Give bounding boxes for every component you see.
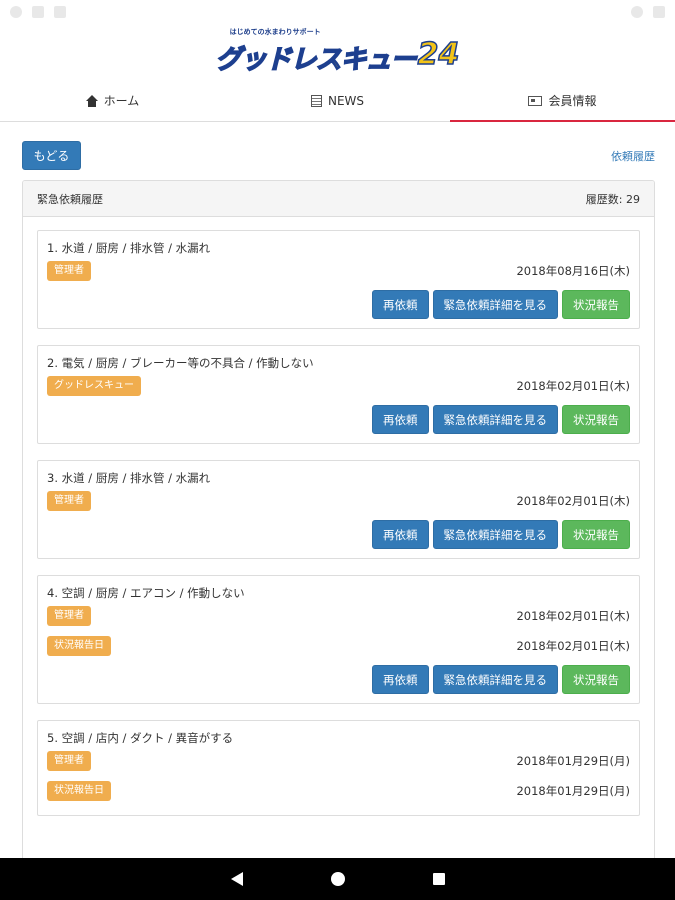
tab-label: ホーム bbox=[103, 94, 140, 108]
list-item: 3. 水道 / 厨房 / 排水管 / 水漏れ 管理者 2018年02月01日(木… bbox=[37, 460, 640, 559]
list-item: 2. 電気 / 厨房 / ブレーカー等の不具合 / 作動しない グッドレスキュー… bbox=[37, 345, 640, 444]
item-date: 2018年02月01日(木) bbox=[516, 639, 630, 653]
details-button[interactable]: 緊急依頼詳細を見る bbox=[432, 405, 558, 434]
item-actions: 再依頼 緊急依頼詳細を見る 状況報告 bbox=[47, 665, 630, 694]
wifi-icon bbox=[631, 6, 643, 18]
brand-logo: はじめての水まわりサポート グッドレスキュー 24 bbox=[215, 27, 460, 76]
battery-icon bbox=[653, 6, 665, 18]
panel-body: 1. 水道 / 厨房 / 排水管 / 水漏れ 管理者 2018年08月16日(木… bbox=[23, 217, 654, 816]
history-count: 履歴数: 29 bbox=[585, 192, 640, 206]
item-title: 2. 電気 / 厨房 / ブレーカー等の不具合 / 作動しない bbox=[47, 356, 314, 370]
list-item: 1. 水道 / 厨房 / 排水管 / 水漏れ 管理者 2018年08月16日(木… bbox=[37, 230, 640, 329]
details-button[interactable]: 緊急依頼詳細を見る bbox=[432, 520, 558, 549]
rerequest-button[interactable]: 再依頼 bbox=[372, 405, 429, 434]
tab-label: 会員情報 bbox=[548, 94, 597, 108]
item-row: 管理者 2018年01月29日(月) bbox=[47, 746, 630, 776]
item-row: グッドレスキュー 2018年02月01日(木) bbox=[47, 371, 630, 401]
status-report-button[interactable]: 状況報告 bbox=[562, 405, 630, 434]
status-badge: 状況報告日 bbox=[47, 781, 111, 801]
status-bar bbox=[0, 0, 675, 24]
notification-icon bbox=[32, 6, 44, 18]
news-icon bbox=[310, 94, 322, 107]
logo-tagline: はじめての水まわりサポート bbox=[229, 27, 321, 36]
status-badge: グッドレスキュー bbox=[47, 376, 141, 396]
list-item: 4. 空調 / 厨房 / エアコン / 作動しない 管理者 2018年02月01… bbox=[37, 575, 640, 704]
item-date: 2018年01月29日(月) bbox=[516, 784, 630, 798]
list-item: 5. 空調 / 店内 / ダクト / 異音がする 管理者 2018年01月29日… bbox=[37, 720, 640, 816]
item-actions: 再依頼 緊急依頼詳細を見る 状況報告 bbox=[47, 405, 630, 434]
item-row: 状況報告日 2018年02月01日(木) bbox=[47, 631, 630, 661]
status-badge: 状況報告日 bbox=[47, 636, 111, 656]
status-badge: 管理者 bbox=[47, 261, 91, 281]
member-card-icon bbox=[528, 95, 543, 106]
status-right bbox=[631, 6, 665, 18]
request-history-link[interactable]: 依頼履歴 bbox=[611, 148, 655, 164]
notification-icon bbox=[54, 6, 66, 18]
details-button[interactable]: 緊急依頼詳細を見る bbox=[432, 290, 558, 319]
system-navigation-bar bbox=[0, 858, 675, 900]
panel-heading: 緊急依頼履歴 履歴数: 29 bbox=[23, 181, 654, 217]
item-row: 管理者 2018年02月01日(木) bbox=[47, 486, 630, 516]
tab-member-info[interactable]: 会員情報 bbox=[450, 80, 675, 122]
logo-text: グッドレスキュー bbox=[215, 44, 418, 76]
status-badge: 管理者 bbox=[47, 491, 91, 511]
item-row: 管理者 2018年02月01日(木) bbox=[47, 601, 630, 631]
rerequest-button[interactable]: 再依頼 bbox=[372, 290, 429, 319]
app-header: はじめての水まわりサポート グッドレスキュー 24 bbox=[0, 24, 675, 80]
home-icon bbox=[85, 94, 98, 107]
item-date: 2018年02月01日(木) bbox=[516, 379, 630, 393]
status-report-button[interactable]: 状況報告 bbox=[562, 665, 630, 694]
tab-news[interactable]: NEWS bbox=[225, 80, 450, 121]
recent-apps-icon[interactable] bbox=[432, 873, 445, 885]
item-actions: 再依頼 緊急依頼詳細を見る 状況報告 bbox=[47, 520, 630, 549]
item-title: 4. 空調 / 厨房 / エアコン / 作動しない bbox=[47, 586, 245, 600]
status-report-button[interactable]: 状況報告 bbox=[562, 520, 630, 549]
item-title: 1. 水道 / 厨房 / 排水管 / 水漏れ bbox=[47, 241, 211, 255]
back-triangle-icon[interactable] bbox=[230, 872, 243, 886]
emergency-history-panel: 緊急依頼履歴 履歴数: 29 1. 水道 / 厨房 / 排水管 / 水漏れ 管理… bbox=[22, 180, 655, 880]
item-date: 2018年01月29日(月) bbox=[516, 754, 630, 768]
item-title: 5. 空調 / 店内 / ダクト / 異音がする bbox=[47, 731, 234, 745]
item-row: 状況報告日 2018年01月29日(月) bbox=[47, 776, 630, 806]
item-row: 管理者 2018年08月16日(木) bbox=[47, 256, 630, 286]
rerequest-button[interactable]: 再依頼 bbox=[372, 665, 429, 694]
item-date: 2018年08月16日(木) bbox=[516, 264, 630, 278]
item-date: 2018年02月01日(木) bbox=[516, 609, 630, 623]
tab-home[interactable]: ホーム bbox=[0, 80, 225, 121]
tab-label: NEWS bbox=[327, 93, 365, 108]
status-badge: 管理者 bbox=[47, 606, 91, 626]
main-nav: ホーム NEWS 会員情報 bbox=[0, 80, 675, 122]
item-date: 2018年02月01日(木) bbox=[516, 494, 630, 508]
logo-number: 24 bbox=[417, 36, 460, 73]
panel-title: 緊急依頼履歴 bbox=[37, 192, 103, 206]
rerequest-button[interactable]: 再依頼 bbox=[372, 520, 429, 549]
status-report-button[interactable]: 状況報告 bbox=[562, 290, 630, 319]
details-button[interactable]: 緊急依頼詳細を見る bbox=[432, 665, 558, 694]
home-circle-icon[interactable] bbox=[330, 872, 345, 886]
notification-icon bbox=[10, 6, 22, 18]
status-left bbox=[10, 6, 66, 18]
item-actions: 再依頼 緊急依頼詳細を見る 状況報告 bbox=[47, 290, 630, 319]
item-title: 3. 水道 / 厨房 / 排水管 / 水漏れ bbox=[47, 471, 211, 485]
back-button[interactable]: もどる bbox=[22, 141, 81, 170]
status-badge: 管理者 bbox=[47, 751, 91, 771]
